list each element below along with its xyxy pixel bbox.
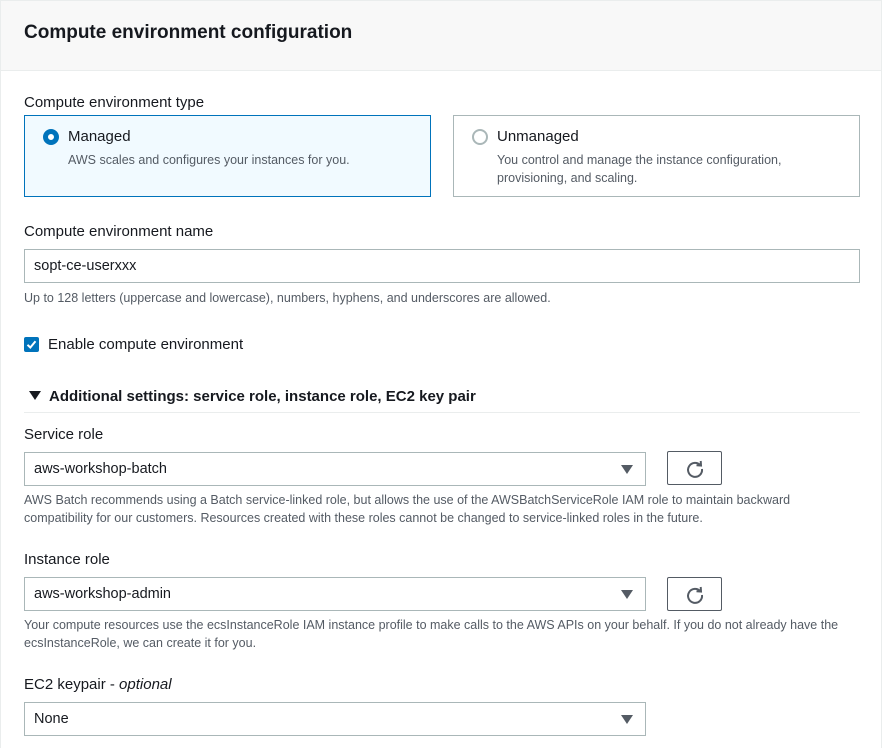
ec2-keypair-label: EC2 keypair - optional	[24, 676, 172, 693]
enable-compute-environment-checkbox[interactable]	[24, 337, 39, 352]
check-icon	[26, 340, 37, 349]
refresh-icon	[687, 586, 704, 604]
enable-compute-environment-label[interactable]: Enable compute environment	[48, 336, 243, 353]
compute-environment-name-label: Compute environment name	[24, 223, 214, 240]
dropdown-arrow-icon	[621, 590, 633, 599]
panel-title: Compute environment configuration	[24, 22, 353, 43]
refresh-service-roles-button[interactable]	[667, 451, 722, 485]
dropdown-arrow-icon	[621, 465, 633, 474]
instance-role-select[interactable]: aws-workshop-admin	[24, 577, 646, 611]
ec2-keypair-label-text: EC2 keypair	[24, 676, 106, 693]
dropdown-arrow-icon	[621, 715, 633, 724]
divider	[24, 412, 860, 413]
name-constraint-hint: Up to 128 letters (uppercase and lowerca…	[24, 291, 551, 305]
panel-header: Compute environment configuration	[1, 1, 881, 71]
service-role-hint: AWS Batch recommends using a Batch servi…	[24, 493, 791, 525]
ec2-keypair-select[interactable]: None	[24, 702, 646, 736]
service-role-select[interactable]: aws-workshop-batch	[24, 452, 646, 486]
service-role-label: Service role	[24, 426, 104, 443]
refresh-instance-roles-button[interactable]	[667, 577, 722, 611]
instance-role-hint: Your compute resources use the ecsInstan…	[24, 618, 839, 650]
managed-option-title: Managed	[68, 128, 131, 145]
compute-environment-name-input[interactable]: sopt-ce-userxxx	[24, 249, 860, 283]
instance-role-selected-value: aws-workshop-admin	[34, 586, 171, 602]
unmanaged-radio[interactable]	[472, 129, 488, 145]
managed-option-description: AWS scales and configures your instances…	[68, 153, 350, 167]
ec2-keypair-selected-value: None	[34, 711, 69, 727]
refresh-icon	[687, 460, 704, 478]
unmanaged-option-description: You control and manage the instance conf…	[497, 153, 782, 185]
managed-option-tile[interactable]: Managed AWS scales and configures your i…	[24, 115, 431, 197]
instance-role-label: Instance role	[24, 551, 110, 568]
compute-environment-type-label: Compute environment type	[24, 94, 205, 111]
compute-environment-configuration-panel: Compute environment configuration Comput…	[0, 0, 882, 748]
managed-radio[interactable]	[43, 129, 59, 145]
service-role-selected-value: aws-workshop-batch	[34, 461, 167, 477]
unmanaged-option-title: Unmanaged	[497, 128, 579, 145]
additional-settings-toggle[interactable]: Additional settings: service role, insta…	[49, 388, 476, 405]
unmanaged-option-tile[interactable]: Unmanaged You control and manage the ins…	[453, 115, 860, 197]
caret-down-icon[interactable]	[29, 391, 41, 400]
optional-tag: optional	[119, 676, 172, 693]
